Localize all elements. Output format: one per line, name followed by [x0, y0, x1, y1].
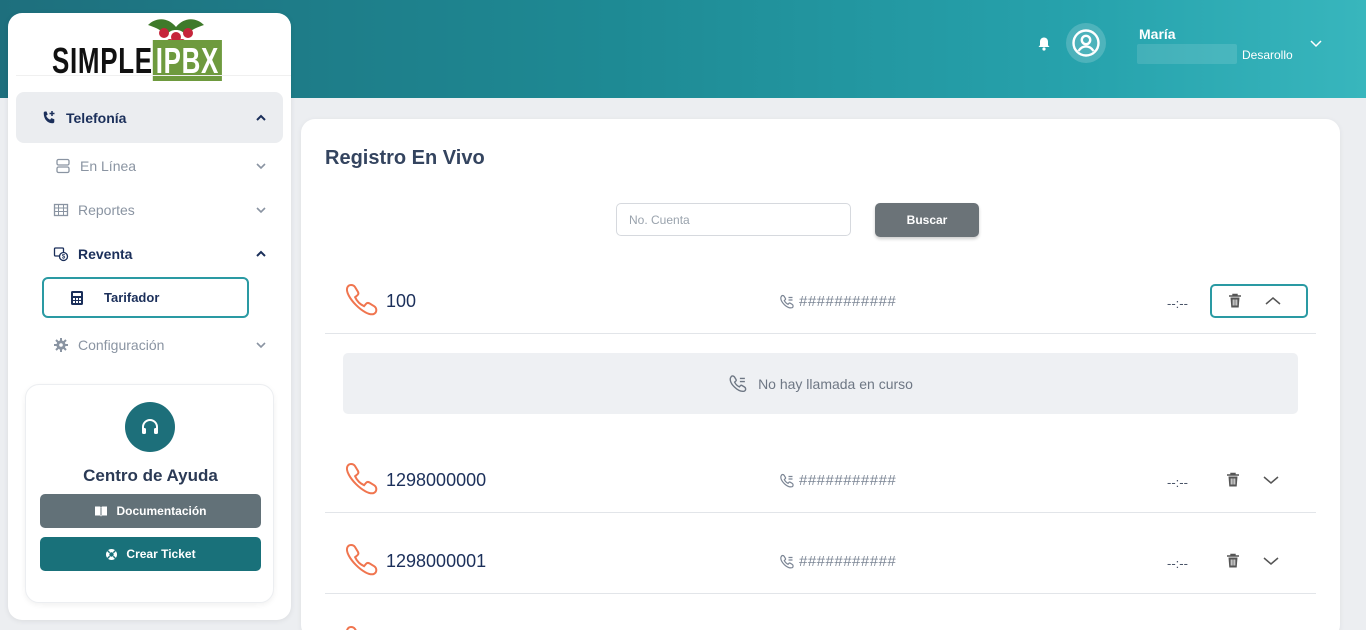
- masked-number: ###########: [799, 293, 897, 310]
- chevron-down-icon[interactable]: [1262, 555, 1280, 567]
- user-role: Desarollo: [1242, 48, 1293, 62]
- chevron-down-icon[interactable]: [1309, 36, 1323, 50]
- sidebar-item-label: Reventa: [78, 246, 133, 262]
- account-search-input[interactable]: [616, 203, 851, 236]
- masked-number: ###########: [799, 472, 897, 489]
- table-icon: [52, 201, 70, 219]
- help-center-card: Centro de Ayuda Documentación Crear Tick…: [25, 384, 274, 603]
- sidebar-item-en-linea[interactable]: En Línea: [16, 153, 283, 179]
- masked-number: ###########: [799, 553, 897, 570]
- page-title: Registro En Vivo: [325, 147, 485, 169]
- book-icon: [95, 506, 108, 517]
- chevron-down-icon[interactable]: [1262, 474, 1280, 486]
- gear-icon: [52, 336, 70, 354]
- call-duration: --:--: [1167, 556, 1188, 571]
- chevron-down-icon: [256, 163, 266, 170]
- create-ticket-label: Crear Ticket: [126, 547, 196, 561]
- sidebar-item-label: Telefonía: [66, 109, 127, 126]
- chevron-down-icon: [256, 207, 266, 214]
- phone-icon: [346, 543, 378, 576]
- phone-outline-icon: [780, 554, 794, 568]
- phone-icon: [346, 625, 357, 630]
- search-button[interactable]: Buscar: [875, 203, 979, 237]
- trash-icon[interactable]: [1228, 293, 1242, 309]
- row-actions: [1210, 544, 1308, 578]
- chevron-up-icon[interactable]: [1264, 295, 1282, 307]
- documentation-label: Documentación: [116, 504, 207, 518]
- extension-number: 1298000000: [386, 470, 487, 490]
- sidebar-item-configuracion[interactable]: Configuración: [16, 332, 283, 358]
- sidebar-item-telefonia[interactable]: Telefonía: [16, 92, 283, 143]
- extension-number: 1298000001: [386, 551, 487, 571]
- sidebar-item-reportes[interactable]: Reportes: [16, 197, 283, 223]
- caller-info: ###########: [779, 553, 896, 570]
- help-center-title: Centro de Ayuda: [83, 466, 218, 485]
- trash-icon[interactable]: [1226, 553, 1240, 569]
- caller-info: ###########: [779, 472, 896, 489]
- sidebar-item-label: En Línea: [80, 158, 137, 174]
- user-info-redacted: [1137, 44, 1237, 64]
- call-duration: --:--: [1167, 296, 1188, 311]
- phone-icon: [346, 462, 378, 495]
- empty-message: No hay llamada en curso: [758, 375, 913, 392]
- extension-row[interactable]: 100 ########### --:--: [325, 261, 1316, 334]
- trash-icon[interactable]: [1226, 472, 1240, 488]
- user-avatar[interactable]: [1066, 23, 1106, 63]
- exchange-icon: $: [52, 245, 70, 263]
- extension-number: 100: [386, 291, 417, 311]
- server-icon: [54, 157, 72, 175]
- sidebar-item-label: Tarifador: [104, 290, 160, 305]
- call-duration: --:--: [1167, 475, 1188, 490]
- chevron-up-icon: [256, 250, 266, 257]
- chevron-up-icon: [256, 114, 266, 121]
- phone-lines-icon: [729, 374, 747, 392]
- sidebar-item-reventa[interactable]: $ Reventa: [16, 241, 283, 267]
- live-log-panel: Registro En Vivo Buscar 100 ########### …: [301, 119, 1340, 630]
- bell-icon[interactable]: [1036, 36, 1052, 52]
- user-circle-icon: [1072, 29, 1100, 57]
- phone-outline-icon: [780, 294, 794, 308]
- lifebuoy-icon: [106, 548, 118, 560]
- phone-icon: [346, 283, 378, 316]
- sidebar-item-label: Configuración: [78, 337, 165, 353]
- phone-plus-icon: [40, 109, 58, 127]
- create-ticket-button[interactable]: Crear Ticket: [40, 537, 261, 571]
- headset-icon: [125, 402, 175, 452]
- sidebar: SIMPLEIPBX Telefonía En Línea Reportes $…: [8, 13, 291, 620]
- sidebar-item-tarifador[interactable]: Tarifador: [42, 277, 249, 318]
- calculator-icon: [68, 289, 86, 307]
- caller-info: ###########: [779, 293, 896, 310]
- phone-outline-icon: [780, 473, 794, 487]
- empty-call-panel: No hay llamada en curso: [343, 353, 1298, 414]
- row-actions: [1210, 463, 1308, 497]
- divider: [16, 75, 291, 76]
- row-actions: [1210, 284, 1308, 318]
- extension-row[interactable]: 1298000001 ########### --:--: [325, 514, 1316, 594]
- extension-row[interactable]: 1298000000 ########### --:--: [325, 433, 1316, 513]
- chevron-down-icon: [256, 342, 266, 349]
- user-name[interactable]: María: [1139, 26, 1176, 42]
- documentation-button[interactable]: Documentación: [40, 494, 261, 528]
- sidebar-item-label: Reportes: [78, 202, 135, 218]
